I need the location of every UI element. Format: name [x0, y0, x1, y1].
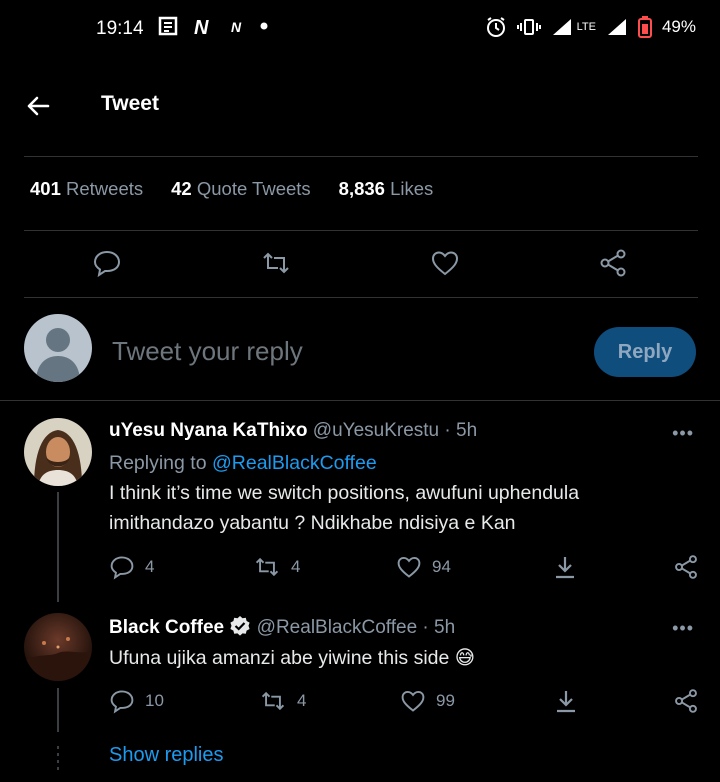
handle[interactable]: @RealBlackCoffee: [257, 617, 417, 638]
like-action[interactable]: [430, 248, 462, 280]
retweets-stat[interactable]: 401 Retweets: [30, 178, 143, 200]
more-notifications-dot-icon: [260, 22, 268, 30]
signal-icon: [552, 19, 571, 35]
share-icon: [675, 689, 697, 713]
signal-icon-2: [607, 19, 626, 35]
share-action[interactable]: [598, 248, 630, 280]
share-action[interactable]: [553, 688, 579, 714]
reply-actions: 10 4 99: [109, 688, 699, 718]
comment-icon: [110, 556, 134, 580]
battery-percent: 49%: [661, 17, 696, 36]
timestamp: · 5h: [422, 617, 456, 638]
vibrate-icon: [516, 19, 541, 35]
emoji-sweat-smile: 😅: [454, 647, 476, 669]
divider: [24, 297, 698, 298]
alarm-icon: [486, 17, 505, 37]
reply-input[interactable]: Tweet your reply: [112, 336, 303, 367]
tweet-text: Ufuna ujika amanzi abe yiwine this side …: [109, 647, 476, 669]
tweet-stats: 401 Retweets 42 Quote Tweets 8,836 Likes: [30, 178, 433, 200]
download-share-icon: [556, 557, 574, 579]
share-action[interactable]: [552, 554, 578, 580]
quote-tweets-stat[interactable]: 42 Quote Tweets: [171, 178, 311, 200]
arrow-left-icon: [27, 96, 50, 116]
thread-dots: [57, 746, 59, 772]
handle[interactable]: @uYesuKrestu: [313, 420, 439, 441]
thread-line: [57, 492, 59, 602]
tweet-actions: [0, 248, 720, 282]
display-name[interactable]: uYesu Nyana KaThixo: [109, 420, 308, 441]
heart-icon: [397, 556, 421, 578]
like-action[interactable]: 99: [400, 688, 455, 714]
profile-picture: [24, 613, 92, 681]
divider: [0, 400, 720, 401]
verified-badge-icon: [230, 616, 250, 636]
reply-actions: 4 4 94: [109, 554, 699, 584]
news-icon: [158, 16, 178, 36]
share-menu[interactable]: [673, 554, 699, 580]
heart-icon: [401, 690, 425, 712]
top-bar: Tweet: [0, 70, 720, 150]
replying-to-link[interactable]: @RealBlackCoffee: [212, 452, 377, 474]
status-time: 19:14: [96, 18, 144, 39]
replying-to: Replying to @RealBlackCoffee: [109, 452, 377, 474]
avatar[interactable]: [24, 613, 92, 681]
retweet-icon: [261, 691, 285, 711]
share-icon: [600, 249, 626, 277]
notification-icons: N N: [158, 16, 268, 36]
profile-picture: [24, 418, 92, 486]
heart-icon: [431, 251, 459, 276]
netflix-icon: N: [194, 17, 209, 36]
svg-text:N: N: [231, 19, 242, 34]
show-replies-link[interactable]: Show replies: [109, 744, 224, 767]
netflix-small-icon: N: [231, 19, 242, 34]
tweet-text: I think it’s time we switch positions, a…: [109, 482, 580, 534]
display-name[interactable]: Black Coffee: [109, 617, 224, 638]
retweet-action[interactable]: 4: [253, 554, 300, 580]
divider: [24, 230, 698, 231]
user-avatar: [24, 314, 92, 382]
page-title: Tweet: [101, 92, 159, 115]
battery-icon: [637, 16, 652, 38]
download-share-icon: [557, 691, 575, 713]
lte-label: LTE: [576, 21, 596, 33]
avatar[interactable]: [24, 418, 92, 486]
more-options-icon[interactable]: •••: [672, 423, 694, 444]
share-menu[interactable]: [673, 688, 699, 714]
back-button[interactable]: [24, 92, 54, 122]
timestamp: · 5h: [444, 420, 478, 441]
share-icon: [675, 555, 697, 579]
reply-button[interactable]: Reply: [594, 327, 696, 377]
retweet-action[interactable]: [260, 248, 292, 280]
reply-action[interactable]: [92, 248, 124, 280]
svg-text:N: N: [194, 17, 209, 36]
divider: [24, 156, 698, 157]
likes-stat[interactable]: 8,836 Likes: [339, 178, 434, 200]
retweet-icon: [263, 252, 289, 274]
reply-action[interactable]: 4: [109, 554, 154, 580]
reply-composer: Tweet your reply Reply: [24, 314, 696, 386]
retweet-action[interactable]: 4: [259, 688, 306, 714]
comment-icon: [110, 690, 134, 714]
reply-action[interactable]: 10: [109, 688, 164, 714]
default-avatar-icon: [36, 328, 80, 382]
thread-line: [57, 688, 59, 732]
status-bar: 19:14 N N LTE 49%: [0, 0, 720, 60]
more-options-icon[interactable]: •••: [672, 618, 694, 639]
retweet-icon: [255, 557, 279, 577]
like-action[interactable]: 94: [396, 554, 451, 580]
comment-icon: [93, 250, 121, 278]
